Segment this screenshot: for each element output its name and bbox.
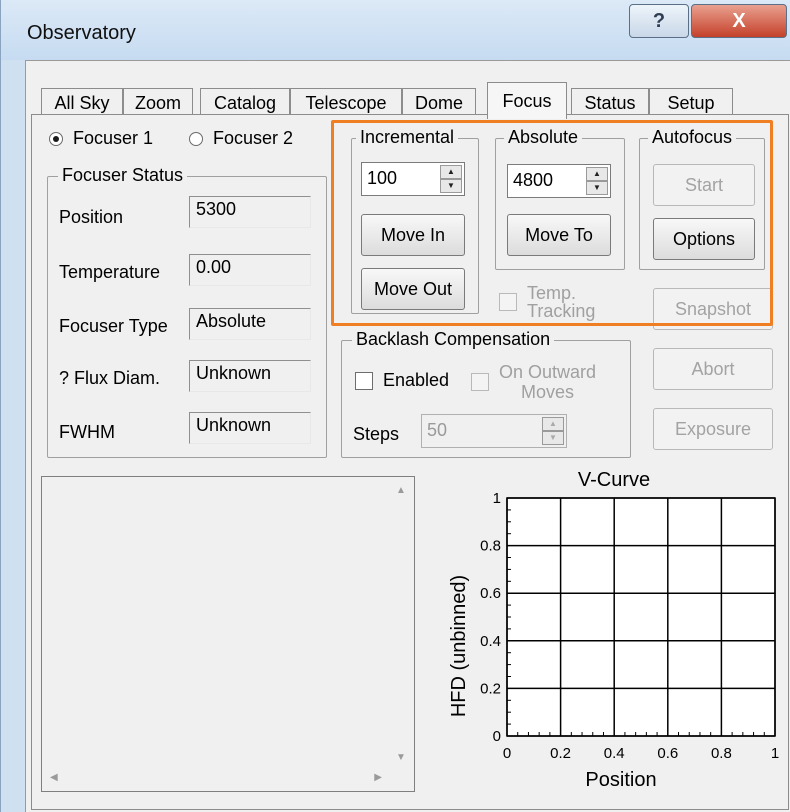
observatory-window: Observatory ? X All Sky Zoom Catalog Tel… xyxy=(0,0,790,812)
radio-selected-icon xyxy=(49,131,63,146)
move-out-button[interactable]: Move Out xyxy=(361,268,465,310)
spin-down-icon[interactable]: ▼ xyxy=(542,431,564,445)
incremental-title: Incremental xyxy=(356,127,459,148)
focuser-status-title: Focuser Status xyxy=(58,165,188,186)
position-label: Position xyxy=(59,207,124,227)
chart-y-tick-label: 0.6 xyxy=(480,585,501,602)
checkbox-icon xyxy=(471,373,489,391)
temp-tracking-label-line1: Temp. xyxy=(527,283,577,303)
scroll-left-icon[interactable]: ◀ xyxy=(50,772,58,783)
scroll-up-icon[interactable]: ▲ xyxy=(396,485,406,496)
temperature-label: Temperature xyxy=(59,262,161,282)
on-outward-label-line2: Moves xyxy=(521,382,575,402)
backlash-title: Backlash Compensation xyxy=(352,329,555,350)
focuser-1-label: Focuser 1 xyxy=(73,128,154,148)
spin-down-icon[interactable]: ▼ xyxy=(586,181,608,195)
position-value: 5300 xyxy=(189,196,311,228)
tab-strip: All Sky Zoom Catalog Telescope Dome Focu… xyxy=(41,82,741,119)
log-listbox[interactable]: ▲ ▼ ◀ ▶ xyxy=(41,476,415,792)
temp-tracking-label-line2: Tracking xyxy=(527,301,596,321)
fwhm-label: FWHM xyxy=(59,422,115,442)
v-curve-chart: V-Curve HFD (unbinned) Position 0 0.2 0.4 0… xyxy=(448,469,779,791)
backlash-enabled-checkbox[interactable]: Enabled xyxy=(355,370,449,391)
steps-label: Steps xyxy=(353,424,400,444)
steps-spinner[interactable]: 50 ▲ ▼ xyxy=(421,414,567,448)
autofocus-options-button[interactable]: Options xyxy=(653,218,755,260)
chart-x-tick-label: 0.8 xyxy=(711,745,732,762)
checkbox-icon xyxy=(355,371,373,390)
backlash-enabled-label: Enabled xyxy=(383,370,450,390)
chart-y-tick-label: 0 xyxy=(493,728,501,745)
chart-y-tick-label: 0.2 xyxy=(480,680,501,697)
chart-x-tick-label: 0.4 xyxy=(604,745,625,762)
tab-focus[interactable]: Focus xyxy=(487,82,567,119)
chart-plot-area xyxy=(506,497,776,737)
window-title: Observatory xyxy=(27,22,136,44)
chart-y-tick-label: 1 xyxy=(493,490,501,507)
fwhm-value: Unknown xyxy=(189,412,311,444)
snapshot-button[interactable]: Snapshot xyxy=(653,288,773,330)
spin-up-icon[interactable]: ▲ xyxy=(586,167,608,181)
vertical-scrollbar[interactable]: ▲ ▼ xyxy=(388,477,414,767)
exposure-button[interactable]: Exposure xyxy=(653,408,773,450)
focuser-type-value: Absolute xyxy=(189,308,311,340)
absolute-target-spinner[interactable]: 4800 ▲ ▼ xyxy=(507,164,611,198)
incremental-step-spinner[interactable]: 100 ▲ ▼ xyxy=(361,162,465,196)
spin-up-icon[interactable]: ▲ xyxy=(542,417,564,431)
flux-diam-value: Unknown xyxy=(189,360,311,392)
horizontal-scrollbar[interactable]: ◀ ▶ xyxy=(42,765,390,791)
focuser-2-label: Focuser 2 xyxy=(213,128,294,148)
scrollbar-corner xyxy=(388,765,414,791)
on-outward-moves-checkbox[interactable]: On Outward Moves xyxy=(471,362,596,402)
radio-unselected-icon xyxy=(189,131,203,146)
chart-title: V-Curve xyxy=(578,469,650,491)
chart-x-tick-label: 0.2 xyxy=(550,745,571,762)
temperature-value: 0.00 xyxy=(189,254,311,286)
help-button[interactable]: ? xyxy=(629,4,689,38)
move-to-button[interactable]: Move To xyxy=(507,214,611,256)
absolute-title: Absolute xyxy=(504,127,583,148)
temp-tracking-checkbox[interactable]: Temp. Tracking xyxy=(499,284,595,320)
absolute-target-value: 4800 xyxy=(513,170,554,190)
chart-x-axis-label: Position xyxy=(585,769,656,791)
title-bar[interactable]: Observatory ? X xyxy=(1,0,790,60)
spin-down-icon[interactable]: ▼ xyxy=(440,179,462,193)
autofocus-title: Autofocus xyxy=(648,127,737,148)
abort-button[interactable]: Abort xyxy=(653,348,773,390)
steps-value: 50 xyxy=(427,420,448,440)
focuser-2-radio[interactable]: Focuser 2 xyxy=(189,128,293,149)
focuser-1-radio[interactable]: Focuser 1 xyxy=(49,128,153,149)
spin-up-icon[interactable]: ▲ xyxy=(440,165,462,179)
chart-y-tick-label: 0.4 xyxy=(480,633,501,650)
scroll-right-icon[interactable]: ▶ xyxy=(374,772,382,783)
chart-x-tick-label: 0.6 xyxy=(657,745,678,762)
focuser-type-label: Focuser Type xyxy=(59,316,168,336)
chart-y-tick-label: 0.8 xyxy=(480,538,501,555)
chart-y-axis-label: HFD (unbinned) xyxy=(448,575,470,717)
incremental-step-value: 100 xyxy=(367,168,398,188)
flux-diam-label: ? Flux Diam. xyxy=(59,368,161,388)
chart-x-tick-label: 1 xyxy=(771,745,779,762)
chart-x-tick-label: 0 xyxy=(503,745,511,762)
close-button[interactable]: X xyxy=(691,4,787,38)
autofocus-start-button[interactable]: Start xyxy=(653,164,755,206)
move-in-button[interactable]: Move In xyxy=(361,214,465,256)
checkbox-icon xyxy=(499,293,517,311)
on-outward-label-line1: On Outward xyxy=(499,362,597,382)
scroll-down-icon[interactable]: ▼ xyxy=(396,752,406,763)
